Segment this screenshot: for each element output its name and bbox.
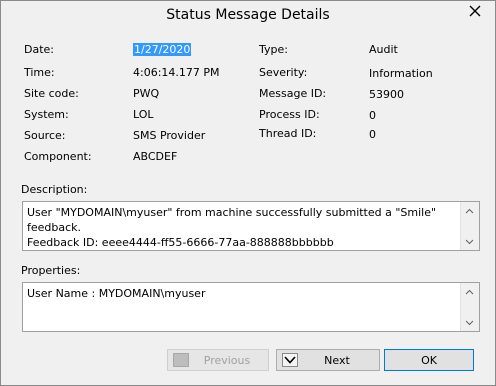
properties-textbox[interactable]: User Name : MYDOMAIN\myuser [22, 282, 480, 332]
ok-label: OK [421, 353, 437, 367]
properties-text: User Name : MYDOMAIN\myuser [27, 287, 206, 300]
chevron-down-icon [465, 316, 474, 329]
title-bar: Status Message Details [1, 1, 495, 32]
description-scroll-up-button[interactable] [461, 202, 478, 219]
date-label: Date: [24, 43, 54, 56]
site-code-value: PWQ [133, 87, 160, 100]
dialog-title: Status Message Details [166, 7, 330, 23]
previous-label: Previous [203, 353, 251, 367]
status-message-details-dialog: Status Message Details Date: 1/27/2020 T… [0, 0, 496, 386]
source-value: SMS Provider [133, 129, 206, 142]
description-label: Description: [21, 183, 88, 196]
properties-label: Properties: [21, 264, 81, 277]
thread-id-label: Thread ID: [259, 127, 317, 140]
chevron-up-icon [465, 204, 474, 217]
close-icon [469, 5, 481, 17]
message-id-value: 53900 [369, 88, 404, 101]
component-label: Component: [24, 150, 92, 163]
next-icon [282, 353, 298, 370]
type-value: Audit [369, 43, 398, 56]
type-label: Type: [259, 43, 288, 56]
description-text: User "MYDOMAIN\myuser" from machine succ… [27, 206, 437, 249]
properties-scroll-down-button[interactable] [461, 314, 478, 331]
description-textbox[interactable]: User "MYDOMAIN\myuser" from machine succ… [22, 201, 480, 251]
time-value: 4:06:14.177 PM [133, 66, 220, 79]
properties-scrollbar[interactable] [460, 283, 479, 331]
close-button[interactable] [462, 2, 488, 20]
site-code-label: Site code: [24, 87, 79, 100]
chevron-up-icon [465, 285, 474, 298]
date-value-text: 1/27/2020 [133, 43, 192, 56]
previous-icon [173, 353, 189, 370]
thread-id-value: 0 [369, 128, 376, 141]
process-id-value: 0 [369, 109, 376, 122]
chevron-down-icon [465, 235, 474, 248]
ok-button[interactable]: OK [384, 349, 474, 371]
next-button[interactable]: Next [276, 349, 380, 371]
severity-label: Severity: [259, 66, 308, 79]
properties-scroll-up-button[interactable] [461, 283, 478, 300]
date-value[interactable]: 1/27/2020 [133, 43, 192, 56]
time-label: Time: [24, 66, 55, 79]
severity-value: Information [369, 67, 433, 80]
description-scroll-down-button[interactable] [461, 233, 478, 250]
previous-button[interactable]: Previous [167, 349, 269, 371]
description-scrollbar[interactable] [460, 202, 479, 250]
source-label: Source: [24, 129, 66, 142]
process-id-label: Process ID: [259, 108, 320, 121]
system-value: LOL [133, 108, 154, 121]
system-label: System: [24, 108, 69, 121]
next-label: Next [324, 353, 350, 367]
message-id-label: Message ID: [259, 87, 327, 100]
component-value: ABCDEF [133, 150, 178, 163]
